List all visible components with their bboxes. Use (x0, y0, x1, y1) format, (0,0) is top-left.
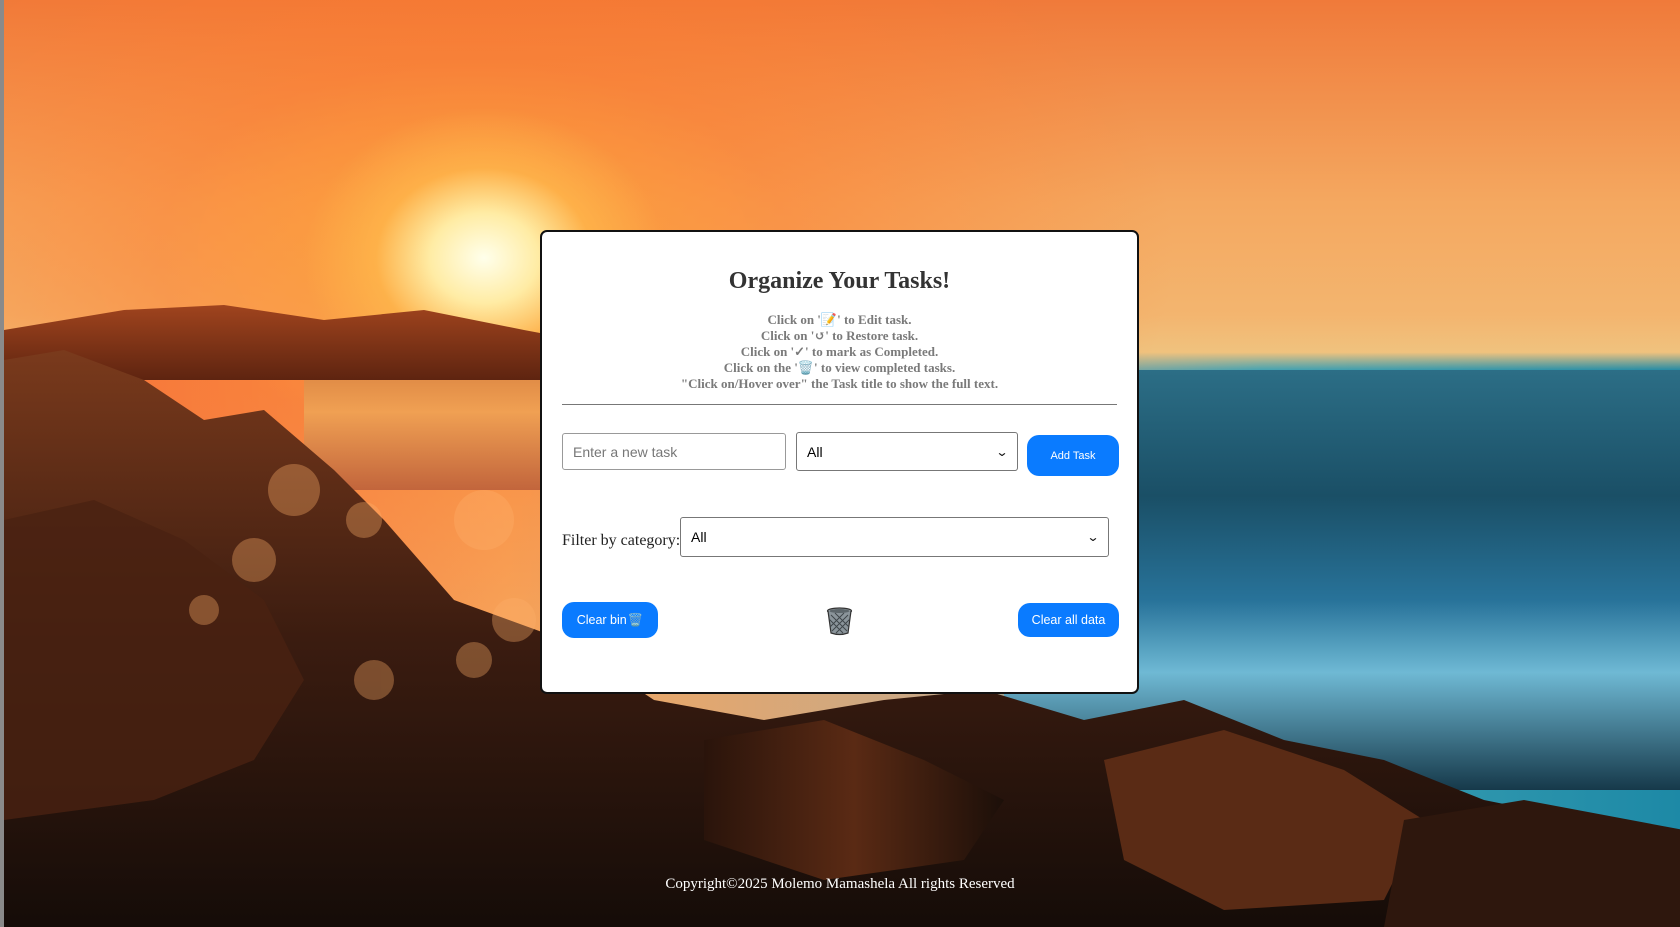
instruction-restore: Click on '↺' to Restore task. (760, 328, 919, 343)
author-link[interactable]: Molemo Mamashela (771, 876, 895, 892)
instruction-complete: Click on '✓' to mark as Completed. (740, 344, 939, 359)
filter-label: Filter by category: (562, 532, 681, 549)
chevron-down-icon: ⌄ (1086, 530, 1100, 544)
clear-all-data-button[interactable]: Clear all data (1018, 603, 1119, 637)
trash-bin-icon[interactable] (826, 607, 853, 636)
new-task-input[interactable] (562, 433, 786, 470)
clear-bin-button[interactable]: Clear bin 🗑️ (562, 602, 658, 638)
copyright-prefix: Copyright©2025 (665, 876, 772, 892)
instructions: Click on '📝' to Edit task. Click on '↺' … (542, 312, 1137, 392)
task-organizer-card: Organize Your Tasks! Click on '📝' to Edi… (540, 230, 1139, 694)
instruction-show-full-text: "Click on/Hover over" the Task title to … (680, 376, 999, 391)
footer: Copyright©2025 Molemo Mamashela All righ… (0, 876, 1680, 893)
filter-category-select[interactable]: All ⌄ (680, 517, 1109, 557)
divider (562, 404, 1117, 405)
instruction-edit: Click on '📝' to Edit task. (767, 312, 912, 327)
clear-bin-label: Clear bin (576, 613, 627, 627)
page-title: Organize Your Tasks! (728, 268, 951, 294)
add-task-button[interactable]: Add Task (1027, 435, 1119, 476)
chevron-down-icon: ⌄ (995, 444, 1009, 459)
task-category-value: All (807, 443, 823, 460)
trash-icon: 🗑️ (627, 612, 644, 627)
task-category-select[interactable]: All ⌄ (796, 432, 1018, 471)
filter-category-value: All (691, 529, 707, 545)
copyright-rights: All rights Reserved (895, 876, 1015, 892)
instruction-view-completed: Click on the '🗑️' to view completed task… (723, 360, 956, 375)
